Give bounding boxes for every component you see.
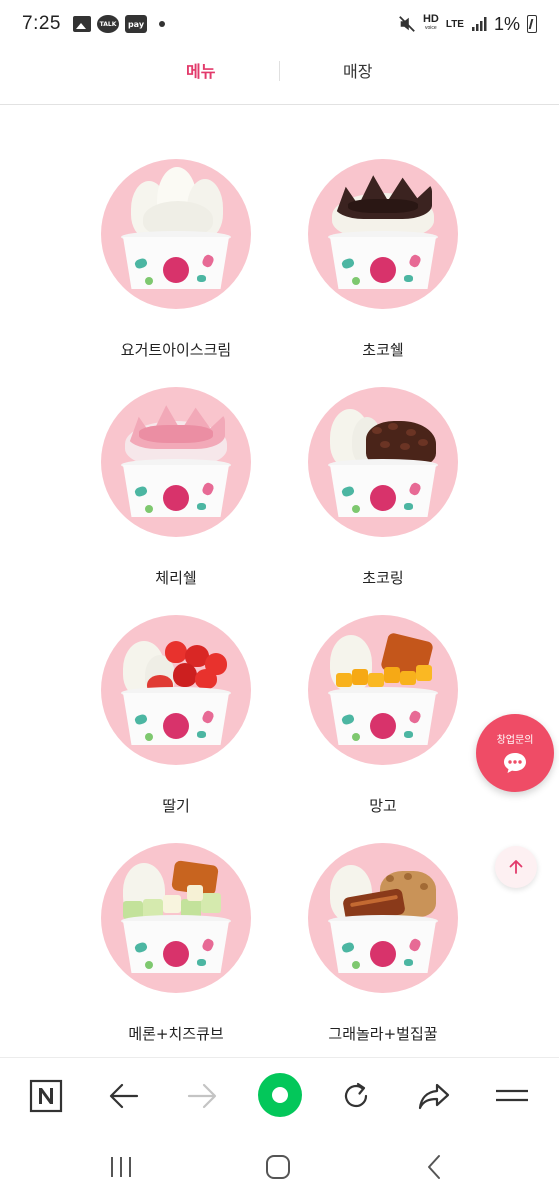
strawberry-image — [101, 615, 251, 765]
menu-item-label: 그래놀라+벌집꿀 — [328, 1025, 438, 1043]
menu-item-label: 망고 — [369, 797, 397, 815]
chat-bubble-icon — [504, 753, 526, 773]
status-indicators: HD voice LTE 1% — [398, 14, 537, 35]
menu-item-yogurt-icecream[interactable]: 요거트아이스크림 — [76, 133, 276, 361]
mute-icon — [399, 16, 415, 32]
browser-menu-button[interactable] — [492, 1076, 532, 1116]
naver-icon — [29, 1079, 63, 1113]
browser-forward-button[interactable] — [182, 1076, 222, 1116]
home-icon — [266, 1155, 290, 1179]
system-navigation-bar — [0, 1133, 559, 1200]
menu-item-label: 요거트아이스크림 — [120, 341, 232, 359]
battery-percent: 1% — [493, 13, 520, 34]
menu-item-choco-shell[interactable]: 초코쉘 — [283, 133, 483, 361]
signal-icon — [471, 17, 487, 31]
menu-item-label: 초코링 — [362, 569, 404, 587]
franchise-inquiry-label: 창업문의 — [496, 735, 534, 746]
menu-item-label: 체리쉘 — [155, 569, 197, 587]
share-button[interactable] — [414, 1076, 454, 1116]
green-dot-button[interactable] — [257, 1072, 303, 1118]
recents-button[interactable] — [101, 1149, 141, 1185]
tab-menu[interactable]: 메뉴 — [186, 60, 215, 84]
browser-back-button[interactable] — [104, 1076, 144, 1116]
scroll-to-top-button[interactable] — [495, 846, 537, 888]
choco-shell-image — [308, 159, 458, 309]
reload-icon — [344, 1082, 368, 1108]
menu-item-label: 초코쉘 — [362, 341, 404, 359]
menu-item-granola-honeycomb[interactable]: 그래놀라+벌집꿀 — [283, 817, 483, 1045]
tab-divider — [279, 61, 280, 81]
choco-ring-image — [308, 387, 458, 537]
notification-icons: TALK pay — [72, 15, 165, 33]
pay-icon: pay — [124, 15, 147, 33]
yogurt-icecream-image — [101, 159, 251, 309]
granola-honeycomb-image — [308, 843, 458, 993]
forward-arrow-icon — [187, 1083, 217, 1109]
menu-item-melon-cheese[interactable]: 메론+치즈큐브 — [76, 817, 276, 1045]
menu-item-cherry-shell[interactable]: 체리쉘 — [76, 361, 276, 589]
menu-item-mango[interactable]: 망고 — [283, 589, 483, 817]
recents-icon — [111, 1157, 131, 1177]
menu-item-label: 딸기 — [162, 797, 190, 815]
mango-image — [308, 615, 458, 765]
green-dot-icon — [258, 1073, 302, 1117]
naver-home-button[interactable] — [26, 1076, 66, 1116]
menu-item-choco-ring[interactable]: 초코링 — [283, 361, 483, 589]
share-icon — [418, 1083, 450, 1110]
lte-icon: LTE — [445, 18, 464, 30]
franchise-inquiry-button[interactable]: 창업문의 — [476, 714, 554, 792]
tab-store[interactable]: 매장 — [343, 60, 372, 84]
back-arrow-icon — [109, 1083, 139, 1109]
cherry-shell-image — [101, 387, 251, 537]
status-bar: 7:25 TALK pay HD voice LTE 1% — [0, 0, 559, 48]
arrow-up-icon — [509, 860, 523, 874]
back-icon — [428, 1155, 440, 1179]
browser-toolbar — [0, 1057, 559, 1133]
menu-icon — [496, 1089, 528, 1102]
reload-button[interactable] — [336, 1076, 376, 1116]
tab-bar: 메뉴 매장 — [0, 48, 559, 105]
menu-item-label: 메론+치즈큐브 — [128, 1025, 224, 1043]
battery-icon — [527, 15, 537, 33]
hd-voice-icon: HD voice — [422, 13, 439, 32]
system-back-button[interactable] — [414, 1149, 454, 1185]
menu-item-strawberry[interactable]: 딸기 — [76, 589, 276, 817]
status-time: 7:25 — [22, 13, 61, 34]
melon-cheese-image — [101, 843, 251, 993]
more-notifications-icon — [158, 21, 165, 27]
gallery-icon — [72, 16, 91, 32]
talk-icon: TALK — [96, 15, 119, 33]
system-home-button[interactable] — [258, 1149, 298, 1185]
